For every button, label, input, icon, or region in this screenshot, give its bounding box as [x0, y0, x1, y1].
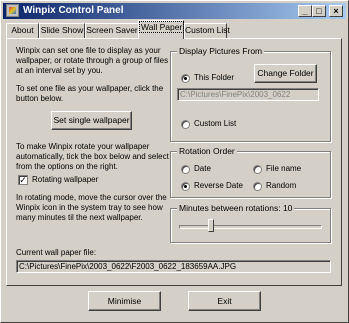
display-pictures-title: Display Pictures From	[177, 46, 265, 57]
tab-screen-saver-label: Screen Saver	[86, 25, 138, 35]
intro-text-1: Winpix can set one file to display as yo…	[16, 46, 161, 55]
file-name-label[interactable]: File name	[266, 164, 301, 174]
change-folder-button[interactable]: Change Folder	[254, 64, 317, 83]
custom-list-label[interactable]: Custom List	[194, 119, 236, 129]
tab-screen-saver[interactable]: Screen Saver	[85, 23, 139, 38]
tab-wall-paper-label: Wall Paper	[139, 21, 185, 33]
minutes-slider-track[interactable]	[179, 225, 322, 229]
rotate-text-3: from the options on the right.	[16, 162, 118, 171]
tab-strip: About Slide Show Screen Saver Wall Paper…	[1, 19, 349, 39]
single-text-1: To set one file as your wallpaper, click…	[16, 84, 164, 93]
custom-list-radio[interactable]	[181, 120, 190, 129]
tab-wall-paper[interactable]: Wall Paper	[138, 20, 185, 39]
set-single-wallpaper-button[interactable]: Set single wallpaper	[51, 111, 132, 130]
minimise-button[interactable]: Minimise	[88, 291, 161, 311]
rotating-wallpaper-checkbox[interactable]: ✓	[18, 175, 28, 185]
display-pictures-group: Display Pictures From This Folder Change…	[170, 46, 331, 142]
tab-about-label: About	[11, 25, 34, 35]
this-folder-radio[interactable]	[181, 74, 190, 83]
current-file-label: Current wall paper file:	[16, 248, 97, 257]
title-bar[interactable]: Winpix Control Panel _ □ ×	[3, 3, 346, 19]
random-radio[interactable]	[253, 182, 262, 191]
intro-text-3: at an interval set by you.	[16, 66, 103, 75]
exit-button[interactable]: Exit	[188, 291, 261, 311]
minimize-window-button[interactable]: _	[298, 5, 312, 17]
rotating-wallpaper-label[interactable]: Rotating wallpaper	[32, 175, 98, 185]
reverse-date-label[interactable]: Reverse Date	[194, 181, 243, 191]
date-radio[interactable]	[181, 165, 190, 174]
minutes-slider-thumb[interactable]	[208, 219, 214, 232]
date-label[interactable]: Date	[194, 164, 211, 174]
this-folder-label[interactable]: This Folder	[194, 73, 234, 83]
wall-paper-panel: Winpix can set one file to display as yo…	[6, 38, 342, 286]
tab-custom-list-label: Custom List	[185, 25, 230, 35]
winpix-app-icon[interactable]	[6, 4, 19, 17]
reverse-date-radio[interactable]	[181, 182, 190, 191]
tab-custom-list[interactable]: Custom List	[184, 23, 230, 38]
folder-path-field: C:\Pictures\FinePix\2003_0622	[177, 88, 319, 101]
close-window-button[interactable]: ×	[329, 5, 343, 17]
single-text-2: button below.	[16, 94, 64, 103]
current-file-path: C:\Pictures\FinePix\2003_0622\F2003_0622…	[16, 260, 331, 273]
intro-text-2: wallpaper, or rotate through a group of …	[16, 56, 169, 65]
file-name-radio[interactable]	[253, 165, 262, 174]
rotation-order-group: Rotation Order Date File name Reverse Da…	[170, 146, 331, 198]
minutes-label: Minutes between rotations: 10	[177, 203, 295, 214]
random-label[interactable]: Random	[266, 181, 296, 191]
rotation-order-title: Rotation Order	[177, 146, 237, 157]
rotation-help-2: Winpix icon in the system tray to see ho…	[16, 203, 163, 212]
minutes-group: Minutes between rotations: 10	[170, 203, 331, 243]
winpix-window: Winpix Control Panel _ □ × About Slide S…	[0, 0, 349, 323]
tab-slide-show-label: Slide Show	[40, 25, 84, 35]
window-title: Winpix Control Panel	[23, 5, 124, 16]
tab-about[interactable]: About	[6, 23, 39, 38]
maximize-window-button[interactable]: □	[312, 5, 326, 17]
rotation-help-1: In rotating mode, move the cursor over t…	[16, 193, 167, 202]
tab-slide-show[interactable]: Slide Show	[39, 23, 85, 38]
rotation-help-3: many minutes til the next wallpaper.	[16, 213, 143, 222]
rotate-text-1: To make Winpix rotate your wallpaper	[16, 142, 150, 151]
rotate-text-2: automatically, tick the box below and se…	[16, 152, 169, 161]
